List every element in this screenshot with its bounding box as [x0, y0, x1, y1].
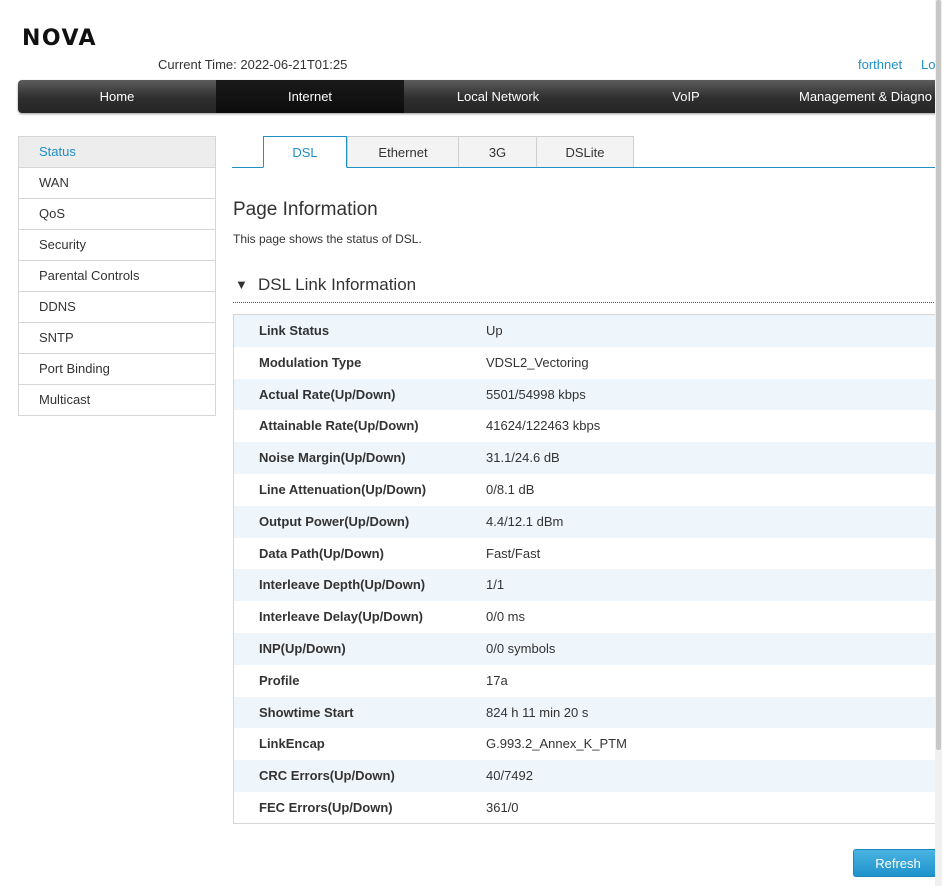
scrollbar-thumb[interactable]: [936, 0, 941, 750]
info-row: LinkEncap G.993.2_Annex_K_PTM: [234, 728, 942, 760]
info-row-value: VDSL2_Vectoring: [486, 354, 589, 370]
info-row-value: 31.1/24.6 dB: [486, 450, 560, 466]
info-row-label: Showtime Start: [259, 704, 354, 720]
info-row-label: Interleave Depth(Up/Down): [259, 577, 426, 593]
page-title: Page Information: [233, 199, 378, 220]
info-row: Link Status Up: [234, 315, 942, 347]
info-row-value: 0/8.1 dB: [486, 482, 535, 497]
info-row-label: Noise Margin(Up/Down): [259, 450, 406, 466]
nav-home[interactable]: Home: [18, 80, 216, 113]
dsl-info-table: Link Status Up Modulation Type VDSL2_Vector…: [233, 314, 942, 824]
info-row-label: Interleave Delay(Up/Down): [259, 609, 423, 625]
info-row: Showtime Start 824 h 11 min 20 s: [234, 696, 942, 729]
info-row: Attainable Rate(Up/Down) 41624/122463 kbp…: [234, 410, 942, 442]
tab-3g[interactable]: 3G: [458, 136, 537, 167]
router-status-page: NOVA Current Time: 2022-06-21T01:25 fort…: [0, 0, 942, 886]
sidebar-item-status[interactable]: Status: [19, 137, 215, 168]
info-row-value: 4.4/12.1 dBm: [486, 513, 564, 529]
refresh-button[interactable]: Refresh: [853, 849, 942, 877]
info-row-label: Line Attenuation(Up/Down): [259, 482, 427, 497]
info-row-label: LinkEncap: [259, 736, 325, 752]
info-row-value: 40/7492: [486, 768, 533, 784]
sidebar-item-ddns[interactable]: DDNS: [19, 292, 215, 323]
main-nav: Home Internet Local Network VoIP Managem…: [18, 80, 942, 113]
nova-logo: NOVA: [22, 26, 98, 51]
info-row-label: INP(Up/Down): [259, 641, 346, 656]
sidebar-item-multicast[interactable]: Multicast: [19, 385, 215, 416]
info-row-label: Actual Rate(Up/Down): [259, 386, 396, 402]
info-row-label: Data Path(Up/Down): [259, 545, 384, 561]
info-row-value: 17a: [486, 672, 508, 688]
info-row-value: 361/0: [486, 800, 519, 815]
tab-dsl[interactable]: DSL: [263, 136, 347, 168]
info-row-value: 0/0 ms: [486, 609, 526, 625]
info-row: Actual Rate(Up/Down) 5501/54998 kbps: [234, 378, 942, 411]
info-row: Modulation Type VDSL2_Vectoring: [234, 347, 942, 379]
section-header[interactable]: ▼ DSL Link Information: [233, 273, 942, 303]
info-row: Line Attenuation(Up/Down) 0/8.1 dB: [234, 474, 942, 506]
info-row: Data Path(Up/Down) Fast/Fast: [234, 538, 942, 570]
info-row-value: Fast/Fast: [486, 545, 541, 561]
info-row-label: Modulation Type: [259, 354, 362, 370]
info-row: Interleave Depth(Up/Down) 1/1: [234, 569, 942, 602]
current-time: Current Time: 2022-06-21T01:25: [158, 57, 348, 72]
info-row-value: 1/1: [486, 577, 505, 593]
sidebar-item-wan[interactable]: WAN: [19, 168, 215, 199]
section-title: DSL Link Information: [258, 275, 417, 294]
page-description: This page shows the status of DSL.: [233, 232, 422, 246]
info-row: Interleave Delay(Up/Down) 0/0 ms: [234, 601, 942, 633]
info-row: Output Power(Up/Down) 4.4/12.1 dBm: [234, 505, 942, 538]
info-row-value: 824 h 11 min 20 s: [486, 704, 589, 720]
info-row-value: G.993.2_Annex_K_PTM: [486, 736, 627, 752]
info-row: Profile 17a: [234, 665, 942, 697]
tab-ethernet[interactable]: Ethernet: [347, 136, 459, 167]
info-row-label: Attainable Rate(Up/Down): [259, 418, 419, 434]
info-row: CRC Errors(Up/Down) 40/7492: [234, 760, 942, 792]
info-row-label: Profile: [259, 672, 300, 688]
sidebar-item-port-binding[interactable]: Port Binding: [19, 354, 215, 385]
info-row-value: Up: [486, 323, 503, 338]
logout-link[interactable]: Lo: [921, 57, 935, 72]
sidebar: Status WAN QoS Security Parental Control…: [18, 136, 216, 416]
info-row-value: 0/0 symbols: [486, 641, 556, 656]
info-row: Noise Margin(Up/Down) 31.1/24.6 dB: [234, 442, 942, 474]
nav-voip[interactable]: VoIP: [592, 80, 780, 113]
nav-local-network[interactable]: Local Network: [404, 80, 592, 113]
sidebar-item-security[interactable]: Security: [19, 230, 215, 261]
info-row-value: 5501/54998 kbps: [486, 386, 586, 402]
sidebar-item-sntp[interactable]: SNTP: [19, 323, 215, 354]
info-row: INP(Up/Down) 0/0 symbols: [234, 633, 942, 665]
info-row-label: FEC Errors(Up/Down): [259, 800, 393, 815]
sidebar-item-qos[interactable]: QoS: [19, 199, 215, 230]
nav-management-diagnostics[interactable]: Management & Diagno: [780, 80, 942, 113]
info-row-value: 41624/122463 kbps: [486, 418, 601, 434]
info-row-label: CRC Errors(Up/Down): [259, 768, 395, 784]
tab-dslite[interactable]: DSLite: [536, 136, 634, 167]
info-row-label: Output Power(Up/Down): [259, 513, 410, 529]
info-row: FEC Errors(Up/Down) 361/0: [234, 792, 942, 824]
sidebar-item-parental-controls[interactable]: Parental Controls: [19, 261, 215, 292]
info-row-label: Link Status: [259, 323, 330, 338]
nav-internet[interactable]: Internet: [216, 80, 404, 113]
user-link[interactable]: forthnet: [858, 57, 902, 72]
collapse-triangle-icon[interactable]: ▼: [235, 277, 248, 292]
